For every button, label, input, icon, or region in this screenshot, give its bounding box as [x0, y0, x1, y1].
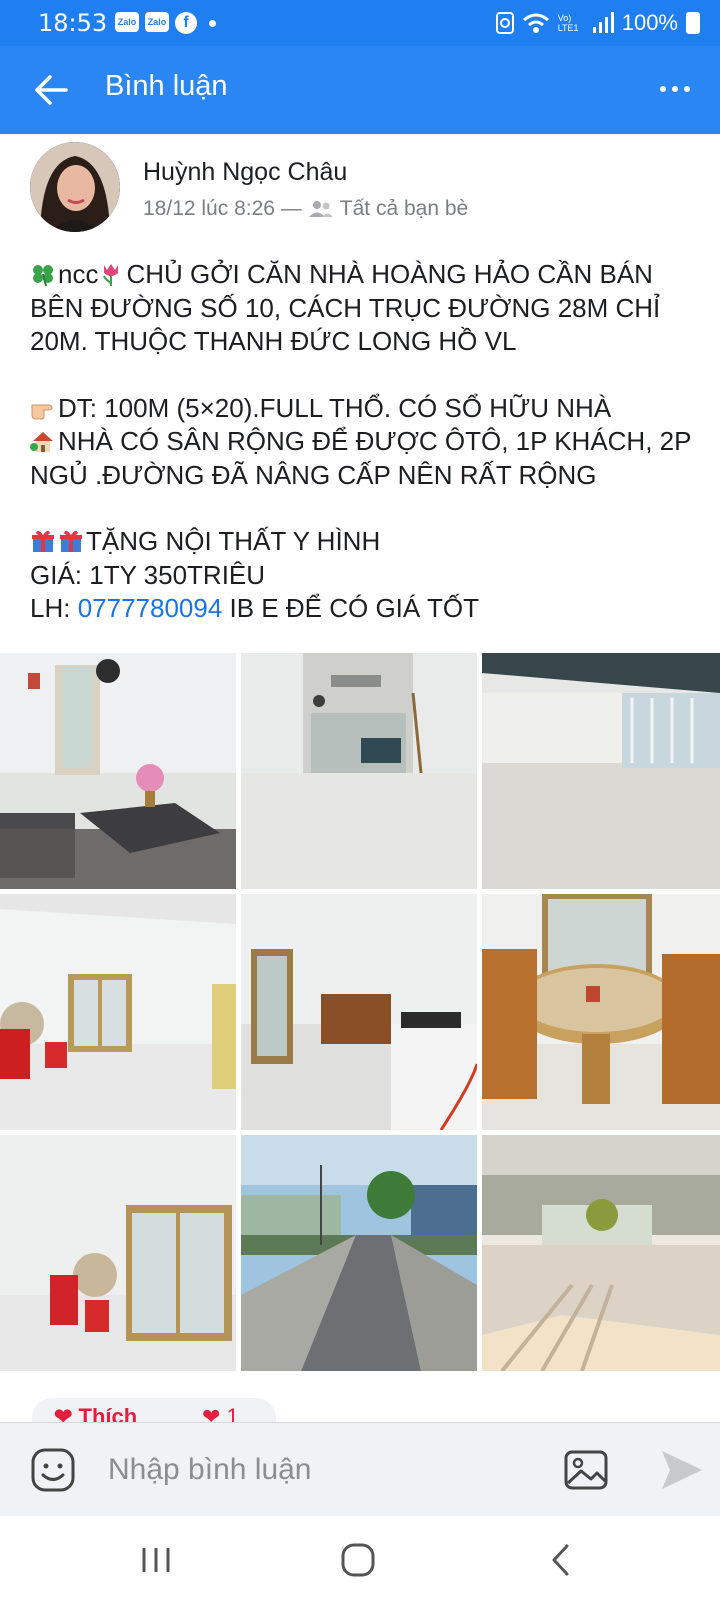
post-paragraph: ncc CHỦ GỞI CĂN NHÀ HOÀNG HẢO CẦN BÁN BÊN… — [30, 259, 661, 356]
notification-icons: Zalo Zalo f — [115, 12, 222, 35]
status-bar: 18:53 Zalo Zalo f Vo) LTE1 100% — [0, 0, 720, 46]
post-header: Huỳnh Ngọc Châu 18/12 lúc 8:26 — Tất cả … — [0, 134, 720, 244]
battery-icon — [686, 12, 700, 34]
terrace-photo[interactable] — [482, 653, 720, 889]
house-icon — [30, 432, 53, 452]
sticker-icon[interactable] — [30, 1447, 76, 1493]
clover-icon — [33, 265, 53, 287]
author-name[interactable]: Huỳnh Ngọc Châu — [143, 158, 347, 187]
avatar[interactable] — [30, 142, 120, 232]
cabinet-corner-photo[interactable] — [0, 1135, 236, 1371]
network-label: Vo) LTE1 — [557, 13, 579, 33]
send-icon[interactable] — [658, 1447, 704, 1493]
post-text: ncc CHỦ GỞI CĂN NHÀ HOÀNG HẢO CẦN BÁN BÊN… — [30, 258, 700, 626]
phone-link[interactable]: 0777780094 — [78, 593, 223, 623]
more-options-icon[interactable] — [660, 86, 690, 92]
sync-icon — [495, 12, 514, 34]
clock: 18:53 — [38, 9, 108, 37]
wifi-icon — [522, 13, 549, 33]
zalo-icon: Zalo — [145, 12, 169, 32]
post-paragraph: DT: 100M (5×20).FULL THỔ. CÓ SỔ HỮU NHÀ … — [30, 392, 691, 490]
friends-icon — [308, 201, 333, 217]
dining-table-photo[interactable] — [482, 894, 720, 1130]
more-notifications-icon — [209, 20, 216, 27]
post-paragraph: TẶNG NỘI THẤT Y HÌNH GIÁ: 1TY 350TRIÊU L… — [30, 526, 479, 623]
street-photo[interactable] — [241, 1135, 477, 1371]
comment-input[interactable]: Nhập bình luận — [108, 1453, 312, 1487]
zalo-icon: Zalo — [115, 12, 139, 32]
kitchen-photo[interactable] — [241, 894, 477, 1130]
doorway-photo[interactable] — [241, 653, 477, 889]
cabinet-room-photo[interactable] — [0, 894, 236, 1130]
tulip-icon — [103, 264, 119, 286]
system-icons: Vo) LTE1 100% — [495, 10, 700, 36]
recent-apps-icon[interactable] — [134, 1538, 178, 1582]
signal-icon — [592, 12, 614, 33]
reactions-bar: ❤ Thích ❤ 1 — [32, 1398, 276, 1429]
image-icon[interactable] — [563, 1447, 609, 1493]
gift-icon — [60, 530, 82, 552]
facebook-icon: f — [175, 12, 197, 34]
back-arrow-icon[interactable] — [30, 68, 74, 112]
back-icon[interactable] — [540, 1538, 584, 1582]
page-title: Bình luận — [105, 70, 228, 102]
comment-bar: Nhập bình luận — [0, 1422, 720, 1517]
system-nav-bar — [0, 1516, 720, 1605]
battery-percent: 100% — [621, 10, 678, 35]
post-meta: 18/12 lúc 8:26 — Tất cả bạn bè — [143, 197, 468, 221]
gift-icon — [32, 530, 54, 552]
living-room-photo[interactable] — [0, 653, 236, 889]
post-date: 18/12 lúc 8:26 — — [143, 197, 302, 220]
post-audience[interactable]: Tất cả bạn bè — [340, 197, 468, 221]
front-yard-photo[interactable] — [482, 1135, 720, 1371]
pointing-hand-icon — [31, 404, 53, 419]
home-icon[interactable] — [336, 1538, 380, 1582]
app-bar: Bình luận — [0, 46, 720, 134]
